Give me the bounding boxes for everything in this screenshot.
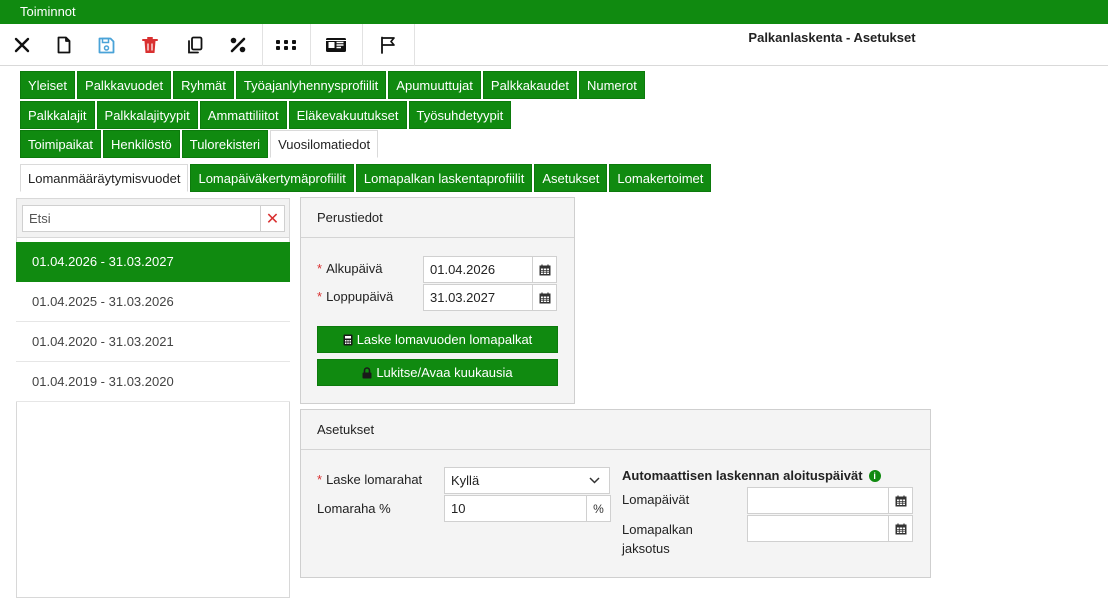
settings-panel: Asetukset * Laske lomarahat Kyllä Lomarah… <box>300 409 931 578</box>
calendar-icon <box>895 523 906 534</box>
end-date-picker-button[interactable] <box>532 284 557 311</box>
period-list: 01.04.2026 - 31.03.2027 01.04.2025 - 31.… <box>16 242 290 402</box>
lock-icon <box>362 366 372 378</box>
new-document-button[interactable] <box>50 24 78 66</box>
tab-apumuuttujat[interactable]: Apumuuttujat <box>388 71 481 99</box>
save-button[interactable] <box>92 24 120 66</box>
required-marker: * <box>317 261 323 276</box>
holiday-days-label: Lomapäivät <box>622 492 690 507</box>
calculator-icon <box>343 334 353 345</box>
id-card-icon <box>326 38 346 52</box>
list-item[interactable]: 01.04.2025 - 31.03.2026 <box>16 282 290 322</box>
auto-calc-start-title: Automaattisen laskennan aloituspäivät i <box>622 468 881 483</box>
flag-icon <box>381 36 395 54</box>
calendar-icon <box>895 495 906 506</box>
holiday-bonus-pct-input[interactable]: 10 <box>444 495 587 522</box>
percent-icon <box>230 37 246 53</box>
tab-asetukset[interactable]: Asetukset <box>534 164 608 192</box>
new-document-icon <box>57 36 71 54</box>
tab-elakevakuutukset[interactable]: Eläkevakuutukset <box>288 101 407 129</box>
tab-tyoajanlyhennysprofiilit[interactable]: Työajanlyhennysprofiilit <box>235 71 387 99</box>
grid-menu-button[interactable] <box>272 24 300 66</box>
tab-toimipaikat[interactable]: Toimipaikat <box>20 130 102 158</box>
list-item[interactable]: 01.04.2020 - 31.03.2021 <box>16 322 290 362</box>
basic-info-panel: Perustiedot * Alkupäivä 01.04.2026 * Loppu… <box>300 197 575 404</box>
search-input[interactable] <box>22 205 285 232</box>
flag-button[interactable] <box>374 24 402 66</box>
tabs-row-2: Palkkalajit Palkkalajityypit Ammattiliit… <box>20 101 513 129</box>
tab-palkkakaudet[interactable]: Palkkakaudet <box>482 71 577 99</box>
holiday-bonus-pct-label: Lomaraha % <box>317 501 391 516</box>
end-date-label: * Loppupäivä <box>317 289 394 304</box>
calendar-icon <box>539 264 550 275</box>
holiday-pay-allocation-label: Lomapalkan jaksotus <box>622 522 693 556</box>
tab-lomanmaaraytymisvuodet[interactable]: Lomanmääräytymisvuodet <box>20 164 189 192</box>
tab-tulorekisteri[interactable]: Tulorekisteri <box>181 130 269 158</box>
menu-toiminnot[interactable]: Toiminnot <box>20 4 76 19</box>
start-date-input[interactable]: 01.04.2026 <box>423 256 533 283</box>
save-icon <box>98 37 114 53</box>
toolbar: Palkanlaskenta - Asetukset <box>0 24 1108 66</box>
percent-button[interactable] <box>224 24 252 66</box>
calc-holiday-bonus-label: * Laske lomarahat <box>317 472 423 487</box>
tab-yleiset[interactable]: Yleiset <box>20 71 76 99</box>
close-icon: ✕ <box>265 210 280 228</box>
close-icon <box>14 37 30 53</box>
end-date-input[interactable]: 31.03.2027 <box>423 284 533 311</box>
calculate-holiday-pay-label: Laske lomavuoden lomapalkat <box>356 332 533 347</box>
holiday-days-date-input[interactable] <box>747 487 889 514</box>
lock-months-label: Lukitse/Avaa kuukausia <box>376 365 513 380</box>
start-date-picker-button[interactable] <box>532 256 557 283</box>
tabs-row-4: Lomanmääräytymisvuodet Lomapäiväkertymäp… <box>20 164 713 192</box>
holiday-days-date-picker-button[interactable] <box>888 487 913 514</box>
close-button[interactable] <box>8 24 36 66</box>
calc-holiday-bonus-value: Kyllä <box>451 473 480 488</box>
search-bar: ✕ <box>16 198 290 238</box>
tab-numerot[interactable]: Numerot <box>578 71 645 99</box>
tab-lomapaivakertymaprofiilit[interactable]: Lomapäiväkertymäprofiilit <box>190 164 354 192</box>
settings-title: Asetukset <box>301 410 930 450</box>
start-date-label: * Alkupäivä <box>317 261 383 276</box>
tabs-row-3: Toimipaikat Henkilöstö Tulorekisteri Vuo… <box>20 130 380 158</box>
tab-ammattiliitot[interactable]: Ammattiliitot <box>199 101 287 129</box>
menubar[interactable]: Toiminnot <box>0 0 1108 24</box>
copy-button[interactable] <box>181 24 209 66</box>
list-item[interactable]: 01.04.2026 - 31.03.2027 <box>16 242 290 282</box>
holiday-pay-allocation-date-picker-button[interactable] <box>888 515 913 542</box>
clear-search-button[interactable]: ✕ <box>260 206 284 231</box>
info-icon[interactable]: i <box>868 470 881 482</box>
id-card-button[interactable] <box>322 24 350 66</box>
page-title: Palkanlaskenta - Asetukset <box>748 30 916 45</box>
tab-ryhmat[interactable]: Ryhmät <box>173 71 234 99</box>
holiday-pay-allocation-date-input[interactable] <box>747 515 889 542</box>
calculate-holiday-pay-button[interactable]: Laske lomavuoden lomapalkat <box>317 326 558 353</box>
calc-holiday-bonus-select[interactable]: Kyllä <box>444 467 610 494</box>
delete-button[interactable] <box>136 24 164 66</box>
required-marker: * <box>317 472 323 487</box>
required-marker: * <box>317 289 323 304</box>
tab-palkkalajityypit[interactable]: Palkkalajityypit <box>96 101 198 129</box>
basic-info-title: Perustiedot <box>301 198 574 238</box>
calendar-icon <box>539 292 550 303</box>
tab-palkkavuodet[interactable]: Palkkavuodet <box>77 71 172 99</box>
percent-addon: % <box>586 495 611 522</box>
tabs-row-1: Yleiset Palkkavuodet Ryhmät Työajanlyhen… <box>20 71 647 99</box>
copy-icon <box>188 36 203 54</box>
tab-lomapalkan-laskentaprofiilit[interactable]: Lomapalkan laskentaprofiilit <box>355 164 533 192</box>
list-item[interactable]: 01.04.2019 - 31.03.2020 <box>16 362 290 402</box>
tab-vuosilomatiedot[interactable]: Vuosilomatiedot <box>270 130 379 158</box>
lock-months-button[interactable]: Lukitse/Avaa kuukausia <box>317 359 558 386</box>
delete-icon <box>142 37 158 53</box>
tab-lomakertoimet[interactable]: Lomakertoimet <box>609 164 712 192</box>
grid-dots-icon <box>276 40 296 50</box>
tab-palkkalajit[interactable]: Palkkalajit <box>20 101 95 129</box>
tab-henkilosto[interactable]: Henkilöstö <box>103 130 180 158</box>
chevron-down-icon <box>589 477 600 484</box>
tab-tyosuhdetyypit[interactable]: Työsuhdetyypit <box>408 101 512 129</box>
